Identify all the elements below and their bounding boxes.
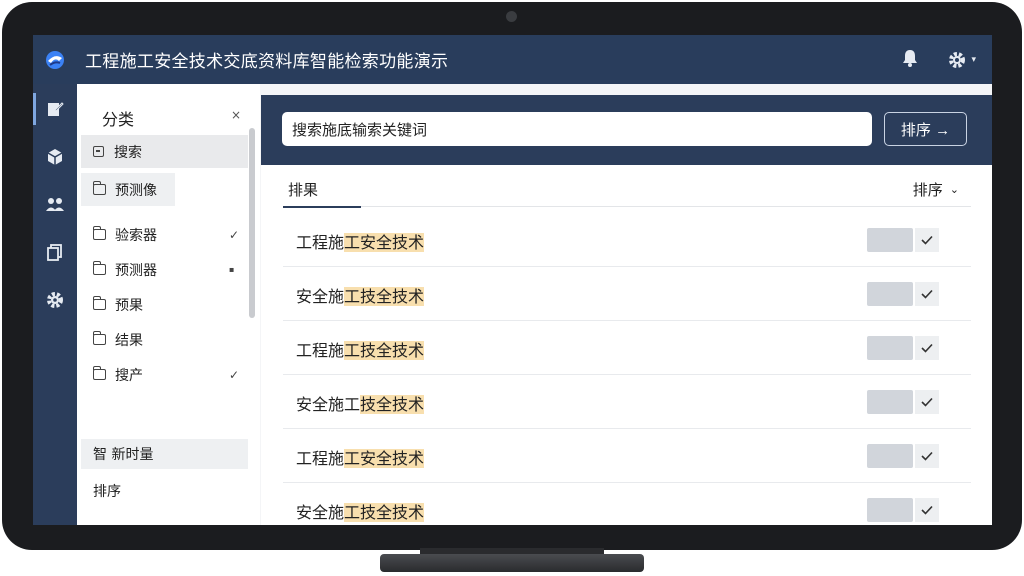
result-row[interactable]: 工程施工安全技术 (283, 429, 971, 483)
category-item-folder[interactable]: 验索器 ✓ (81, 218, 248, 251)
search-highlight: 技全技术 (360, 395, 425, 414)
category-item-label: 搜索 (114, 144, 142, 161)
search-highlight: 工技全技术 (344, 341, 425, 360)
folder-icon (92, 366, 106, 380)
row-toggle[interactable] (867, 282, 913, 306)
result-title: 安全施工技全技术 (296, 287, 425, 306)
webcam (506, 11, 517, 22)
result-title: 工程施工安全技术 (296, 233, 425, 252)
category-section-new[interactable]: 智 新时量 (81, 439, 248, 469)
app-title: 工程施工安全技术交底资料库智能检索功能演示 (85, 52, 449, 72)
logo-icon[interactable] (33, 35, 77, 84)
result-title: 工程施工技全技术 (296, 341, 425, 360)
category-scrollbar[interactable] (249, 128, 255, 318)
results-sort-label: 排序 (912, 181, 943, 199)
check-icon[interactable] (915, 498, 939, 522)
row-toggle[interactable] (867, 498, 913, 522)
check-icon: ✓ (229, 227, 240, 242)
settings-icon[interactable] (33, 280, 77, 320)
square-icon (93, 146, 104, 157)
search-highlight: 工技全技术 (344, 287, 425, 306)
tab-results[interactable]: 排果 (288, 179, 318, 200)
app-screen: 工程施工安全技术交底资料库智能检索功能演示 ▾ 分类 × 搜索 预测像 验索器 … (33, 35, 992, 525)
category-panel: 分类 × 搜索 预测像 验索器 ✓ 预测器 ▪ 预果 结果 搜产 ✓ 智 新时量… (77, 84, 260, 525)
folder-icon (92, 261, 106, 275)
bell-icon[interactable] (900, 48, 920, 72)
box-icon[interactable] (33, 137, 77, 177)
tab-underline (283, 206, 361, 208)
category-item-folder[interactable]: 预测器 ▪ (81, 253, 248, 286)
check-icon[interactable] (915, 336, 939, 360)
row-toggle[interactable] (867, 390, 913, 414)
category-title: 分类 (102, 110, 135, 129)
category-item-search[interactable]: 搜索 (81, 135, 248, 168)
search-highlight: 工技全技术 (344, 503, 425, 522)
copy-icon[interactable] (33, 232, 77, 272)
search-highlight: 工安全技术 (344, 449, 425, 468)
category-item-folder[interactable]: 预果 (81, 288, 248, 321)
category-item-folder[interactable]: 搜产 ✓ (81, 358, 248, 391)
results-header: 排果 排序 ⌄ (283, 177, 971, 208)
result-row[interactable]: 安全施工技全技术 (283, 483, 971, 525)
chevron-down-icon: ▾ (971, 54, 976, 65)
check-icon[interactable] (915, 390, 939, 414)
check-icon[interactable] (915, 444, 939, 468)
users-icon[interactable] (33, 185, 77, 225)
search-input[interactable] (282, 112, 872, 146)
result-row[interactable]: 安全施工技全技术 (283, 267, 971, 321)
category-section-label: 智 新时量 (93, 447, 154, 463)
category-item-label: 预测像 (115, 182, 157, 199)
icon-rail (33, 84, 77, 525)
category-item-folder[interactable]: 结果 (81, 323, 248, 356)
folder-icon (92, 226, 106, 240)
gear-icon[interactable]: ▾ (946, 49, 976, 71)
edit-icon[interactable] (33, 89, 77, 129)
result-title: 工程施工安全技术 (296, 449, 425, 468)
chevron-down-icon: ⌄ (949, 183, 959, 196)
main-content: 排序 → 排果 排序 ⌄ 工程施工安全技术 安全施工技全技术 工程施工技全技术 (261, 95, 992, 525)
check-icon[interactable] (915, 282, 939, 306)
sort-button[interactable]: 排序 → (884, 112, 967, 146)
row-toggle[interactable] (867, 336, 913, 360)
category-section-label: 排序 (93, 484, 121, 500)
category-item-label: 搜产 (115, 367, 143, 384)
folder-icon (92, 296, 106, 310)
result-row[interactable]: 工程施工技全技术 (283, 321, 971, 375)
category-item-label: 预果 (115, 297, 143, 314)
category-item-label: 结果 (115, 332, 143, 349)
folder-icon (92, 181, 106, 195)
category-item-folder[interactable]: 预测像 (81, 173, 175, 206)
search-bar: 排序 → (261, 95, 992, 165)
search-highlight: 工安全技术 (344, 233, 425, 252)
check-icon: ✓ (229, 367, 240, 382)
monitor-stand-base (380, 554, 644, 572)
results-sort-dropdown[interactable]: 排序 ⌄ (913, 179, 959, 200)
top-bar: 工程施工安全技术交底资料库智能检索功能演示 ▾ (33, 35, 992, 84)
close-icon[interactable]: × (231, 108, 241, 122)
check-icon[interactable] (915, 228, 939, 252)
category-item-label: 预测器 (115, 262, 157, 279)
category-item-label: 验索器 (115, 227, 157, 244)
row-toggle[interactable] (867, 228, 913, 252)
result-row[interactable]: 工程施工安全技术 (283, 213, 971, 267)
square-marker-icon: ▪ (229, 265, 235, 274)
folder-icon (92, 331, 106, 345)
result-title: 安全施工技全技术 (296, 395, 425, 414)
result-title: 安全施工技全技术 (296, 503, 425, 522)
row-toggle[interactable] (867, 444, 913, 468)
result-row[interactable]: 安全施工技全技术 (283, 375, 971, 429)
category-section-sort[interactable]: 排序 (81, 476, 248, 506)
